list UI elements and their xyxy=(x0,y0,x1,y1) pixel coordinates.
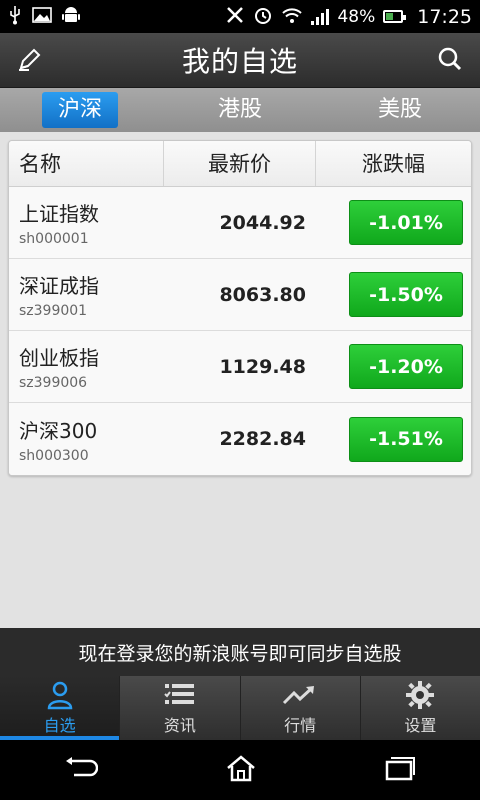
trend-icon xyxy=(282,680,318,710)
column-change[interactable]: 涨跌幅 xyxy=(316,141,471,186)
image-icon xyxy=(32,7,52,26)
tab-label: 沪深 xyxy=(41,92,118,128)
status-bar: 48% 17:25 xyxy=(0,0,480,33)
stock-name-cell: 上证指数 sh000001 xyxy=(9,198,164,247)
tab-settings[interactable]: 设置 xyxy=(361,676,480,740)
table-header: 名称 最新价 涨跌幅 xyxy=(9,141,471,187)
stock-name: 沪深300 xyxy=(19,418,98,443)
tab-label: 美股 xyxy=(377,97,422,122)
gear-icon xyxy=(405,680,435,710)
stock-code: sz399001 xyxy=(19,303,88,319)
home-icon xyxy=(225,755,257,786)
nfc-off-icon xyxy=(225,5,245,28)
table-row[interactable]: 沪深300 sh000300 2282.84 -1.51% xyxy=(9,403,471,475)
stock-name: 创业板指 xyxy=(19,346,99,370)
page-title: 我的自选 xyxy=(181,45,298,78)
battery-percent: 48% xyxy=(337,6,376,27)
status-time: 17:25 xyxy=(417,5,472,28)
battery-icon xyxy=(383,10,407,23)
stock-change-cell: -1.20% xyxy=(306,344,471,389)
stock-name-cell: 沪深300 sh000300 xyxy=(9,415,164,464)
back-button[interactable] xyxy=(64,756,98,784)
stock-code: sz399006 xyxy=(19,375,88,391)
column-name[interactable]: 名称 xyxy=(9,141,164,186)
home-button[interactable] xyxy=(225,754,257,786)
signal-icon xyxy=(311,8,330,25)
change-badge[interactable]: -1.01% xyxy=(349,200,463,245)
stock-name-cell: 创业板指 sz399006 xyxy=(9,342,164,391)
stock-price: 2044.92 xyxy=(219,211,306,234)
alarm-icon xyxy=(253,5,273,28)
app-header: 我的自选 xyxy=(0,33,480,88)
stock-code: sh000300 xyxy=(19,447,89,464)
stock-price: 2282.84 xyxy=(219,428,306,450)
watchlist-table: 名称 最新价 涨跌幅 上证指数 sh000001 2044.92 -1.01% … xyxy=(8,140,472,476)
stock-name-cell: 深证成指 sz399001 xyxy=(9,270,164,319)
tab-watchlist[interactable]: 自选 xyxy=(0,676,121,740)
wifi-icon xyxy=(281,6,303,27)
tab-label: 行情 xyxy=(284,716,317,735)
table-row[interactable]: 上证指数 sh000001 2044.92 -1.01% xyxy=(9,187,471,259)
system-nav-bar xyxy=(0,740,480,800)
user-icon xyxy=(45,680,75,710)
list-icon xyxy=(164,680,196,710)
bottom-tab-bar: 自选 资讯 行情 设置 xyxy=(0,676,480,740)
tab-label: 资讯 xyxy=(163,716,196,735)
stock-change-cell: -1.50% xyxy=(306,272,471,317)
tab-hushen[interactable]: 沪深 xyxy=(0,88,160,132)
search-button[interactable] xyxy=(434,45,466,77)
table-row[interactable]: 创业板指 sz399006 1129.48 -1.20% xyxy=(9,331,471,403)
recents-button[interactable] xyxy=(384,755,416,785)
stock-price: 8063.80 xyxy=(219,283,306,306)
back-icon xyxy=(64,757,98,784)
usb-icon xyxy=(8,5,22,28)
tab-label: 设置 xyxy=(404,716,437,735)
table-row[interactable]: 深证成指 sz399001 8063.80 -1.50% xyxy=(9,259,471,331)
tab-news[interactable]: 资讯 xyxy=(120,676,241,740)
market-tabs: 沪深 港股 美股 xyxy=(0,88,480,132)
change-badge[interactable]: -1.20% xyxy=(349,344,463,389)
stock-price: 1129.48 xyxy=(219,355,306,378)
status-system: 48% 17:25 xyxy=(225,5,472,28)
stock-name: 上证指数 xyxy=(19,202,99,226)
pencil-icon xyxy=(17,46,43,76)
tab-label: 自选 xyxy=(43,716,76,735)
android-icon xyxy=(62,5,80,28)
recents-icon xyxy=(384,757,416,785)
stock-name: 深证成指 xyxy=(19,274,99,298)
search-icon xyxy=(437,46,463,76)
tab-label: 港股 xyxy=(217,97,262,122)
stock-change-cell: -1.51% xyxy=(306,416,471,462)
change-badge[interactable]: -1.51% xyxy=(349,416,463,462)
tab-market[interactable]: 行情 xyxy=(241,676,361,740)
watchlist-content: 名称 最新价 涨跌幅 上证指数 sh000001 2044.92 -1.01% … xyxy=(0,132,480,628)
status-notifications xyxy=(8,5,225,28)
edit-button[interactable] xyxy=(14,45,46,77)
stock-change-cell: -1.01% xyxy=(306,200,471,245)
login-sync-banner[interactable]: 现在登录您的新浪账号即可同步自选股 xyxy=(0,628,480,676)
tab-hk[interactable]: 港股 xyxy=(160,88,320,132)
change-badge[interactable]: -1.50% xyxy=(349,272,463,317)
column-price[interactable]: 最新价 xyxy=(164,141,316,186)
tab-us[interactable]: 美股 xyxy=(320,88,480,132)
stock-code: sh000001 xyxy=(19,231,89,247)
